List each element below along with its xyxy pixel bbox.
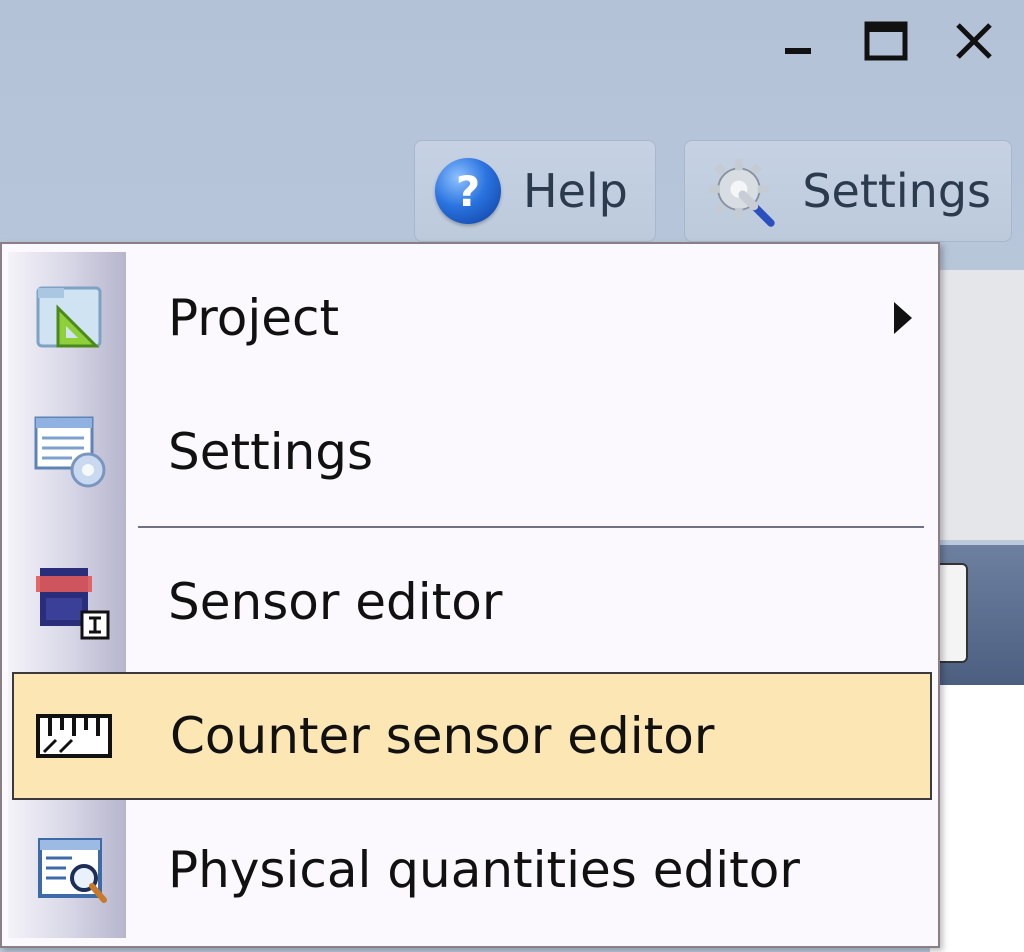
help-button[interactable]: ? Help (414, 140, 656, 242)
settings-list-icon (34, 416, 106, 488)
gear-wrench-icon (708, 158, 775, 227)
close-icon (956, 23, 992, 59)
menu-item-project[interactable]: Project (12, 254, 932, 382)
project-folder-icon (36, 286, 102, 348)
help-button-label: Help (523, 164, 628, 218)
maximize-button[interactable] (858, 18, 914, 64)
menu-item-label: Sensor editor (168, 573, 503, 631)
menu-item-counter-sensor-editor[interactable]: Counter sensor editor (12, 672, 932, 800)
close-button[interactable] (946, 18, 1002, 64)
help-icon: ? (435, 158, 501, 224)
background-content (930, 685, 1024, 952)
sensor-editor-icon (36, 568, 110, 640)
magnifier-document-icon (38, 838, 107, 903)
minimize-button[interactable] (770, 18, 826, 64)
menu-separator (138, 526, 924, 528)
background-panel (930, 270, 1024, 540)
settings-button-label: Settings (802, 164, 991, 218)
menu-item-label: Project (168, 289, 340, 347)
menu-item-label: Physical quantities editor (168, 841, 800, 899)
submenu-arrow-icon (894, 302, 912, 334)
menu-item-label: Settings (168, 423, 374, 481)
minimize-icon (785, 48, 811, 54)
maximize-icon (864, 21, 908, 61)
counter-ruler-icon (36, 714, 112, 758)
settings-dropdown-menu: Project Settings Sensor editor Counter s… (0, 242, 940, 948)
menu-item-sensor-editor[interactable]: Sensor editor (12, 538, 932, 666)
menu-item-label: Counter sensor editor (170, 707, 715, 765)
menu-item-physical-quantities-editor[interactable]: Physical quantities editor (12, 806, 932, 934)
background-header-bar (930, 545, 1024, 685)
settings-button[interactable]: Settings (684, 140, 1012, 242)
menu-item-settings[interactable]: Settings (12, 388, 932, 516)
